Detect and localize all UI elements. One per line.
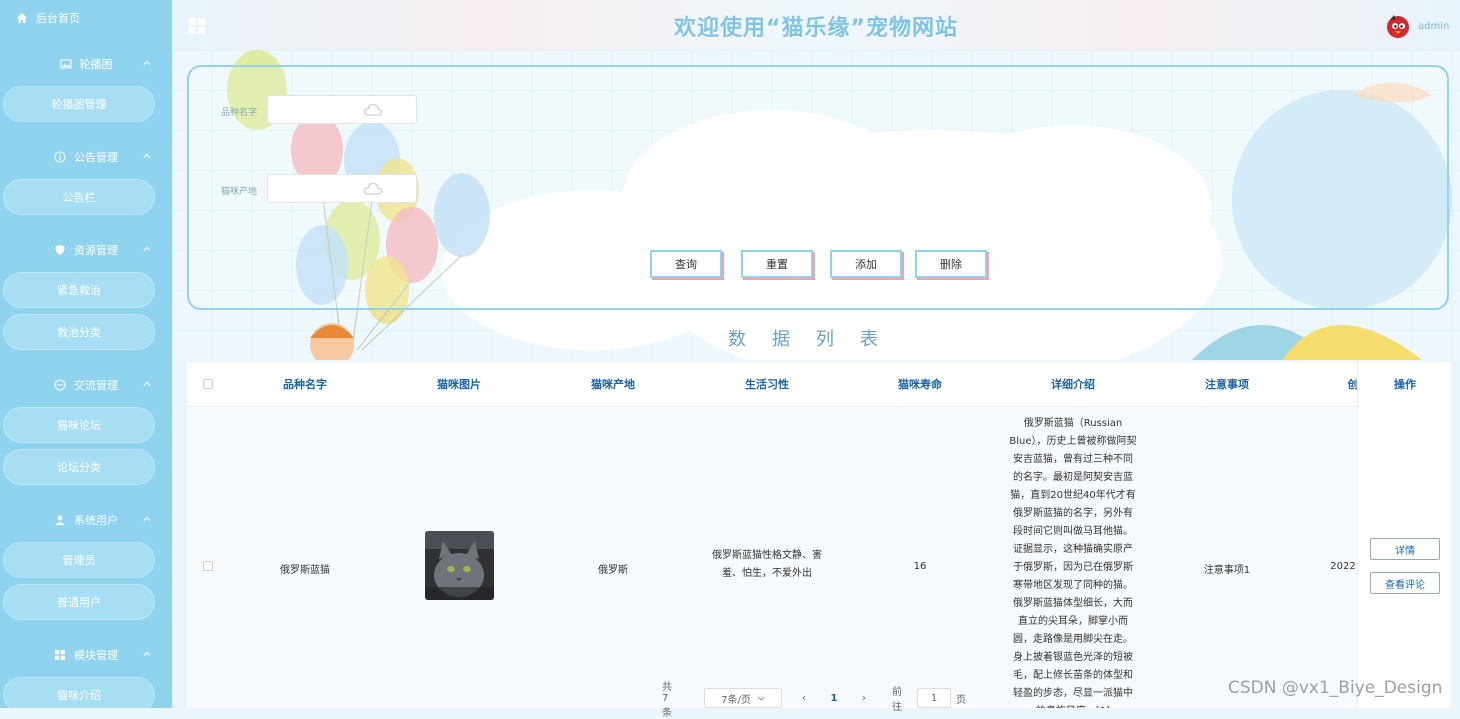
menu-group-system-users[interactable]: 系统用户 (0, 505, 172, 535)
page-size-select[interactable]: 7条/页 (704, 688, 782, 708)
table-header: 品种名字 猫咪图片 猫咪产地 生活习性 猫咪寿命 详细介绍 注意事项 创 (187, 362, 1451, 407)
sidebar-item-carousel-manage[interactable]: 轮播图管理 (3, 86, 155, 122)
chevron-down-icon (757, 696, 765, 701)
page-suffix: 页 (956, 694, 966, 706)
chevron-up-icon (143, 651, 151, 656)
add-button[interactable]: 添加 (830, 250, 902, 278)
chevron-up-icon (143, 516, 151, 521)
home-icon (17, 13, 27, 23)
chat-icon (54, 379, 66, 391)
top-bar: 欢迎使用“猫乐缘”宠物网站 admin (172, 0, 1460, 50)
sidebar-item-label: 公告栏 (62, 191, 96, 204)
chevron-up-icon (143, 381, 151, 386)
menu-group-exchange[interactable]: 交流管理 (0, 370, 172, 400)
list-title: 数据列表 (728, 329, 904, 350)
prev-page-button[interactable]: ‹ (794, 688, 814, 708)
page-size-value: 7条/页 (721, 694, 751, 706)
sidebar: 后台首页 轮播图 轮播图管理 公告管理 公告栏 资源管理 紧急救治 救治分类 交… (0, 0, 172, 708)
info-icon (54, 151, 66, 163)
sidebar-item-label: 猫咪介绍 (57, 689, 101, 702)
column-header[interactable]: 猫咪图片 (437, 376, 481, 392)
cell-notes: 注意事项1 (1203, 565, 1251, 576)
column-header[interactable]: 详细介绍 (1051, 376, 1095, 392)
column-header[interactable]: 猫咪寿命 (898, 376, 942, 392)
cell-origin: 俄罗斯 (598, 565, 628, 576)
watermark: CSDN @vx1_Biye_Design (1228, 678, 1443, 698)
field-label-origin: 猫咪产地 (221, 187, 258, 197)
username[interactable]: admin (1418, 21, 1449, 32)
cell-lifespan: 16 (913, 561, 927, 572)
cell-habit: 俄罗斯蓝猫性格文静、害羞、怕生，不爱外出 (712, 550, 822, 579)
total-count: 共 7 条 (662, 682, 672, 719)
column-header[interactable]: 猫咪产地 (591, 376, 635, 392)
menu-group-module[interactable]: 模块管理 (0, 640, 172, 670)
cloud-icon (363, 182, 383, 195)
sidebar-item-home[interactable]: 后台首页 (0, 0, 172, 36)
sidebar-item-label: 论坛分类 (57, 461, 101, 474)
avatar[interactable] (1384, 12, 1412, 40)
operation-column: 操作 详情 查看评论 (1357, 362, 1451, 708)
data-table: 品种名字 猫咪图片 猫咪产地 生活习性 猫咪寿命 详细介绍 注意事项 创 俄罗斯… (187, 362, 1451, 708)
column-header[interactable]: 注意事项 (1205, 376, 1249, 392)
cell-created: 2022 (1330, 561, 1356, 572)
detail-button[interactable]: 详情 (1370, 538, 1440, 560)
view-comments-button[interactable]: 查看评论 (1370, 572, 1440, 594)
page-number-current[interactable]: 1 (824, 688, 844, 708)
cell-detail: 俄罗斯蓝猫（Russian Blue），历史上曾被称做阿契安吉蓝猫，曾有过三种不… (1009, 418, 1137, 708)
menu-group-label: 模块管理 (74, 649, 118, 662)
menu-group-announcement[interactable]: 公告管理 (0, 142, 172, 172)
chevron-up-icon (143, 60, 151, 65)
next-page-button[interactable]: › (854, 688, 874, 708)
menu-group-label: 系统用户 (74, 514, 118, 527)
sidebar-item-label: 紧急救治 (57, 284, 101, 297)
search-button[interactable]: 查询 (650, 250, 722, 278)
origin-input[interactable] (267, 174, 417, 203)
goto-label: 前往 (892, 687, 902, 713)
cat-photo[interactable] (425, 531, 494, 600)
chevron-up-icon (143, 246, 151, 251)
page-title: 欢迎使用“猫乐缘”宠物网站 (674, 16, 958, 41)
breed-name-input[interactable] (267, 95, 417, 124)
goto-page-input[interactable]: 1 (917, 688, 951, 708)
table-row[interactable]: 俄罗斯蓝猫 俄罗斯 俄罗斯蓝猫性格文静、害羞、怕生，不爱外出 16 俄罗斯蓝猫（… (187, 407, 1451, 708)
cloud-icon (363, 103, 383, 116)
sidebar-item-cat-forum[interactable]: 猫咪论坛 (3, 407, 155, 443)
sidebar-item-label: 猫咪论坛 (57, 419, 101, 432)
sidebar-item-cat-intro[interactable]: 猫咪介绍 (3, 677, 155, 708)
sidebar-item-label: 管理员 (62, 554, 96, 567)
field-label-breed: 品种名字 (221, 108, 258, 118)
search-panel: 品种名字 猫咪产地 (187, 65, 1449, 310)
menu-group-resource[interactable]: 资源管理 (0, 235, 172, 265)
sidebar-item-label: 轮播图管理 (51, 98, 107, 111)
menu-group-label: 轮播图 (79, 58, 113, 71)
reset-button[interactable]: 重置 (741, 250, 813, 278)
chevron-up-icon (143, 153, 151, 158)
sidebar-item-bulletin[interactable]: 公告栏 (3, 179, 155, 215)
delete-button[interactable]: 删除 (915, 250, 987, 278)
cat-image (425, 531, 494, 600)
sidebar-item-label: 普通用户 (57, 596, 101, 609)
column-header[interactable]: 生活习性 (745, 376, 789, 392)
image-icon (60, 59, 71, 69)
sidebar-item-admin[interactable]: 管理员 (3, 542, 155, 578)
user-icon (55, 515, 65, 525)
menu-group-label: 资源管理 (74, 244, 118, 257)
column-header: 操作 (1394, 378, 1416, 391)
select-all-checkbox[interactable] (203, 379, 213, 389)
cell-breed-name: 俄罗斯蓝猫 (280, 565, 330, 576)
row-checkbox[interactable] (203, 561, 213, 571)
sidebar-item-normal-user[interactable]: 普通用户 (3, 584, 155, 620)
sidebar-item-label: 后台首页 (36, 12, 80, 25)
menu-group-carousel[interactable]: 轮播图 (0, 49, 172, 79)
sidebar-item-emergency[interactable]: 紧急救治 (3, 272, 155, 308)
menu-group-label: 交流管理 (74, 379, 118, 392)
shield-icon (55, 245, 65, 255)
grid-icon (55, 650, 65, 660)
column-header[interactable]: 品种名字 (283, 376, 327, 392)
sidebar-item-forum-category[interactable]: 论坛分类 (3, 449, 155, 485)
menu-group-label: 公告管理 (74, 151, 118, 164)
